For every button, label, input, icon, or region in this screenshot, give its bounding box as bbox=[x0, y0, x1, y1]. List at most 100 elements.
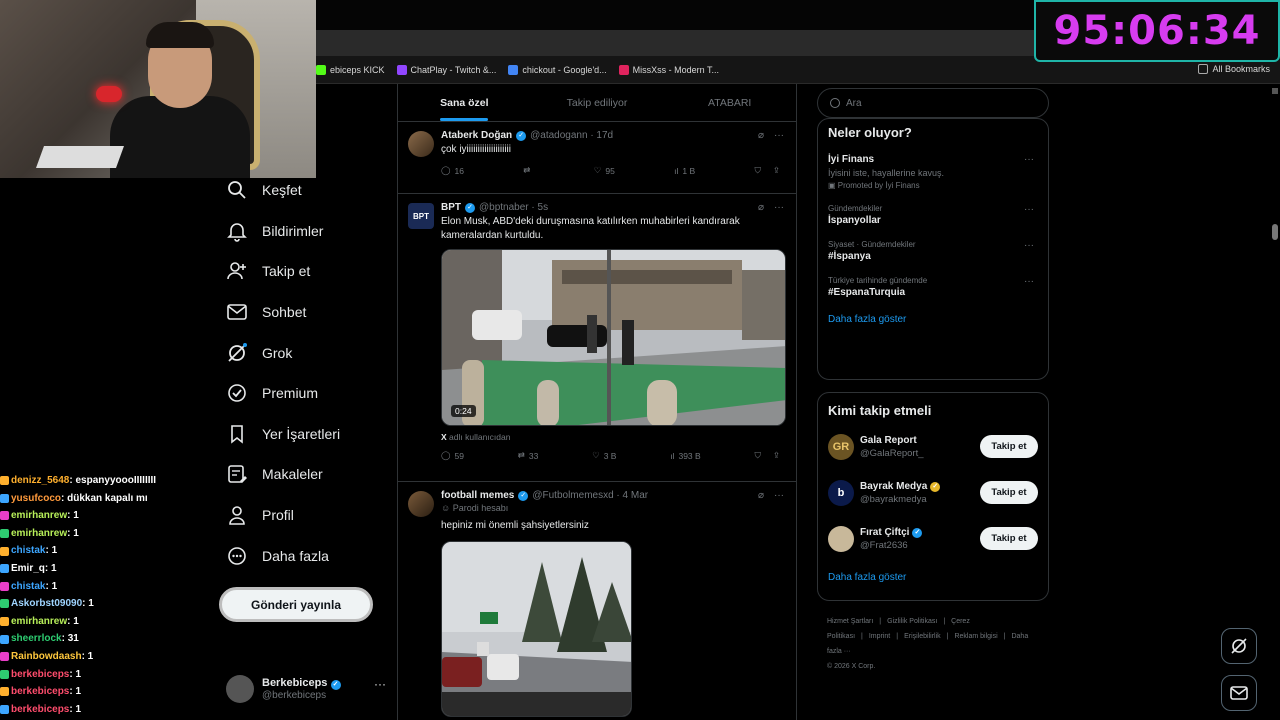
views-button[interactable]: ıl 1 B bbox=[674, 165, 695, 176]
bookmark-favicon-icon bbox=[316, 64, 326, 75]
nav-item-article[interactable]: Makaleler bbox=[220, 454, 390, 495]
chat-username: Rainbowdaash bbox=[11, 650, 82, 662]
tab-for-you[interactable]: Sana özel bbox=[398, 84, 531, 121]
scrollbar-up[interactable] bbox=[1272, 88, 1278, 94]
messages-button[interactable] bbox=[1221, 675, 1257, 711]
show-more-link[interactable]: Daha fazla göster bbox=[828, 572, 1038, 583]
nav-item-more[interactable]: Daha fazla bbox=[220, 535, 390, 576]
article-icon bbox=[226, 463, 248, 485]
bookmark-item[interactable]: chickout - Google'd... bbox=[508, 64, 607, 75]
avatar[interactable] bbox=[408, 131, 434, 157]
like-button[interactable]: ♡ 3 B bbox=[592, 450, 616, 461]
nav-item-bell[interactable]: Bildirimler bbox=[220, 211, 390, 252]
tweet[interactable]: BPT BPT ✓ @bptnaber · 5s ⌀ ··· Elon Musk,… bbox=[398, 194, 796, 482]
nav-item-add-user[interactable]: Takip et bbox=[220, 251, 390, 292]
follow-button[interactable]: Takip et bbox=[980, 435, 1038, 458]
tweet-author[interactable]: BPT bbox=[441, 202, 461, 213]
reply-button[interactable]: ◯ 16 bbox=[441, 165, 464, 176]
nav-item-bookmark[interactable]: Yer İşaretleri bbox=[220, 414, 390, 455]
avatar[interactable]: BPT bbox=[408, 203, 434, 229]
tweet[interactable]: Ataberk Doğan ✓ @atadogann · 17d ⌀ ··· ço… bbox=[398, 122, 796, 194]
chat-username: chistak bbox=[11, 545, 46, 557]
tweet-author[interactable]: Ataberk Doğan bbox=[441, 130, 512, 141]
chat-text: : espanyyoooIIIIIIII bbox=[69, 475, 157, 486]
more-icon[interactable]: ··· bbox=[1024, 204, 1034, 215]
bookmark-item[interactable]: MissXss - Modern T... bbox=[618, 64, 719, 75]
footer-link[interactable]: Gizlilik Politikası bbox=[887, 618, 937, 625]
more-icon[interactable]: ··· bbox=[374, 677, 386, 691]
post-button[interactable]: Gönderi yayınla bbox=[219, 587, 373, 622]
like-button[interactable]: ♡ 95 bbox=[594, 165, 615, 176]
nav-item-search[interactable]: Keşfet bbox=[220, 170, 390, 211]
tab-following[interactable]: Takip ediliyor bbox=[531, 84, 664, 121]
copyright: © 2026 X Corp. bbox=[827, 663, 876, 670]
views-button[interactable]: ıl 393 B bbox=[670, 450, 700, 461]
follow-suggestion[interactable]: GR Gala Report @GalaReport_ Takip et bbox=[828, 430, 1038, 464]
nav-item-mail[interactable]: Sohbet bbox=[220, 292, 390, 333]
more-icon[interactable]: ··· bbox=[774, 202, 784, 213]
chat-badge-icon bbox=[0, 529, 9, 539]
chat-badge-icon bbox=[0, 493, 9, 503]
follow-button[interactable]: Takip et bbox=[980, 527, 1038, 550]
bookmark-icon[interactable]: ⛉ bbox=[754, 165, 760, 176]
trend-item[interactable]: Türkiye tarihinde gündemde #EspanaTurquia… bbox=[828, 276, 1038, 298]
chat-badge-icon bbox=[0, 581, 9, 591]
tab-atabari[interactable]: ATABARI bbox=[663, 84, 796, 121]
tweet[interactable]: football memes ✓ @Futbolmemesxd · 4 Mar … bbox=[398, 482, 796, 720]
share-icon[interactable]: ⇪ bbox=[773, 165, 780, 176]
tweet-video[interactable] bbox=[441, 541, 632, 717]
all-bookmarks-button[interactable]: All Bookmarks bbox=[1198, 64, 1270, 74]
account-switcher[interactable]: Berkebiceps ✓ @berkebiceps ··· bbox=[226, 673, 386, 705]
footer-links: Hizmet Şartları | Gizlilik Politikası | Çere… bbox=[827, 614, 1037, 674]
share-icon[interactable]: ⇪ bbox=[773, 450, 780, 461]
search-input[interactable]: Ara bbox=[817, 88, 1049, 118]
show-more-link[interactable]: Daha fazla göster bbox=[828, 314, 1038, 325]
footer-link[interactable]: Reklam bilgisi bbox=[954, 633, 997, 640]
tweet-video[interactable]: 0:24 bbox=[441, 249, 786, 426]
bookmark-icon[interactable]: ⛉ bbox=[754, 450, 760, 461]
footer-link[interactable]: Erişilebilirlik bbox=[904, 633, 941, 640]
trend-item[interactable]: Siyaset · Gündemdekiler #İspanya ··· bbox=[828, 240, 1038, 262]
follow-suggestion[interactable]: Fırat Çiftçi ✓ @Frat2636 Takip et bbox=[828, 522, 1038, 556]
avatar bbox=[226, 675, 254, 703]
grok-icon[interactable]: ⌀ bbox=[758, 202, 764, 213]
scrollbar-thumb[interactable] bbox=[1272, 224, 1278, 240]
premium-icon bbox=[226, 382, 248, 404]
chat-text: : 1 bbox=[44, 562, 57, 574]
nav-item-profile[interactable]: Profil bbox=[220, 495, 390, 536]
chat-message: berkebiceps: 1 bbox=[0, 666, 200, 684]
follow-suggestion[interactable]: b Bayrak Medya ✓ @bayrakmedya Takip et bbox=[828, 476, 1038, 510]
footer-link[interactable]: Hizmet Şartları bbox=[827, 618, 873, 625]
who-to-follow-panel: Kimi takip etmeli GR Gala Report @GalaRepo… bbox=[817, 392, 1049, 601]
repost-button[interactable]: ⇄ bbox=[523, 165, 534, 176]
repost-button[interactable]: ⇄ 33 bbox=[518, 450, 539, 461]
tweet-author[interactable]: football memes bbox=[441, 490, 514, 501]
avatar[interactable]: b bbox=[828, 480, 854, 506]
reply-button[interactable]: ◯ 59 bbox=[441, 450, 464, 461]
tweet-meta: @Futbolmemesxd · 4 Mar bbox=[532, 490, 649, 501]
grok-icon[interactable]: ⌀ bbox=[758, 130, 764, 141]
more-icon[interactable]: ··· bbox=[1024, 240, 1034, 251]
trend-item[interactable]: Gündemdekiler İspanyollar ··· bbox=[828, 204, 1038, 226]
grok-button[interactable] bbox=[1221, 628, 1257, 664]
more-icon[interactable]: ··· bbox=[1024, 276, 1034, 287]
suggestion-handle: @bayrakmedya bbox=[860, 494, 927, 505]
follow-button[interactable]: Takip et bbox=[980, 481, 1038, 504]
avatar[interactable] bbox=[828, 526, 854, 552]
bookmark-item[interactable]: ChatPlay - Twitch &... bbox=[396, 64, 496, 75]
video-frame bbox=[442, 542, 631, 716]
nav-item-label: Bildirimler bbox=[262, 222, 324, 239]
bookmark-item[interactable]: ebiceps KICK bbox=[316, 64, 385, 75]
avatar[interactable] bbox=[408, 491, 434, 517]
more-icon[interactable]: ··· bbox=[774, 490, 784, 501]
grok-icon[interactable]: ⌀ bbox=[758, 490, 764, 501]
avatar[interactable]: GR bbox=[828, 434, 854, 460]
trend-description: İyisini iste, hayallerine kavuş. bbox=[828, 168, 945, 178]
nav-item-grok[interactable]: Grok bbox=[220, 332, 390, 373]
trend-item[interactable]: İyi Finans İyisini iste, hayallerine kavu… bbox=[828, 154, 1038, 190]
more-icon[interactable]: ··· bbox=[774, 130, 784, 141]
nav-item-premium[interactable]: Premium bbox=[220, 373, 390, 414]
nav-item-label: Takip et bbox=[262, 263, 311, 280]
footer-link[interactable]: Imprint bbox=[869, 633, 890, 640]
more-icon[interactable]: ··· bbox=[1024, 154, 1034, 165]
